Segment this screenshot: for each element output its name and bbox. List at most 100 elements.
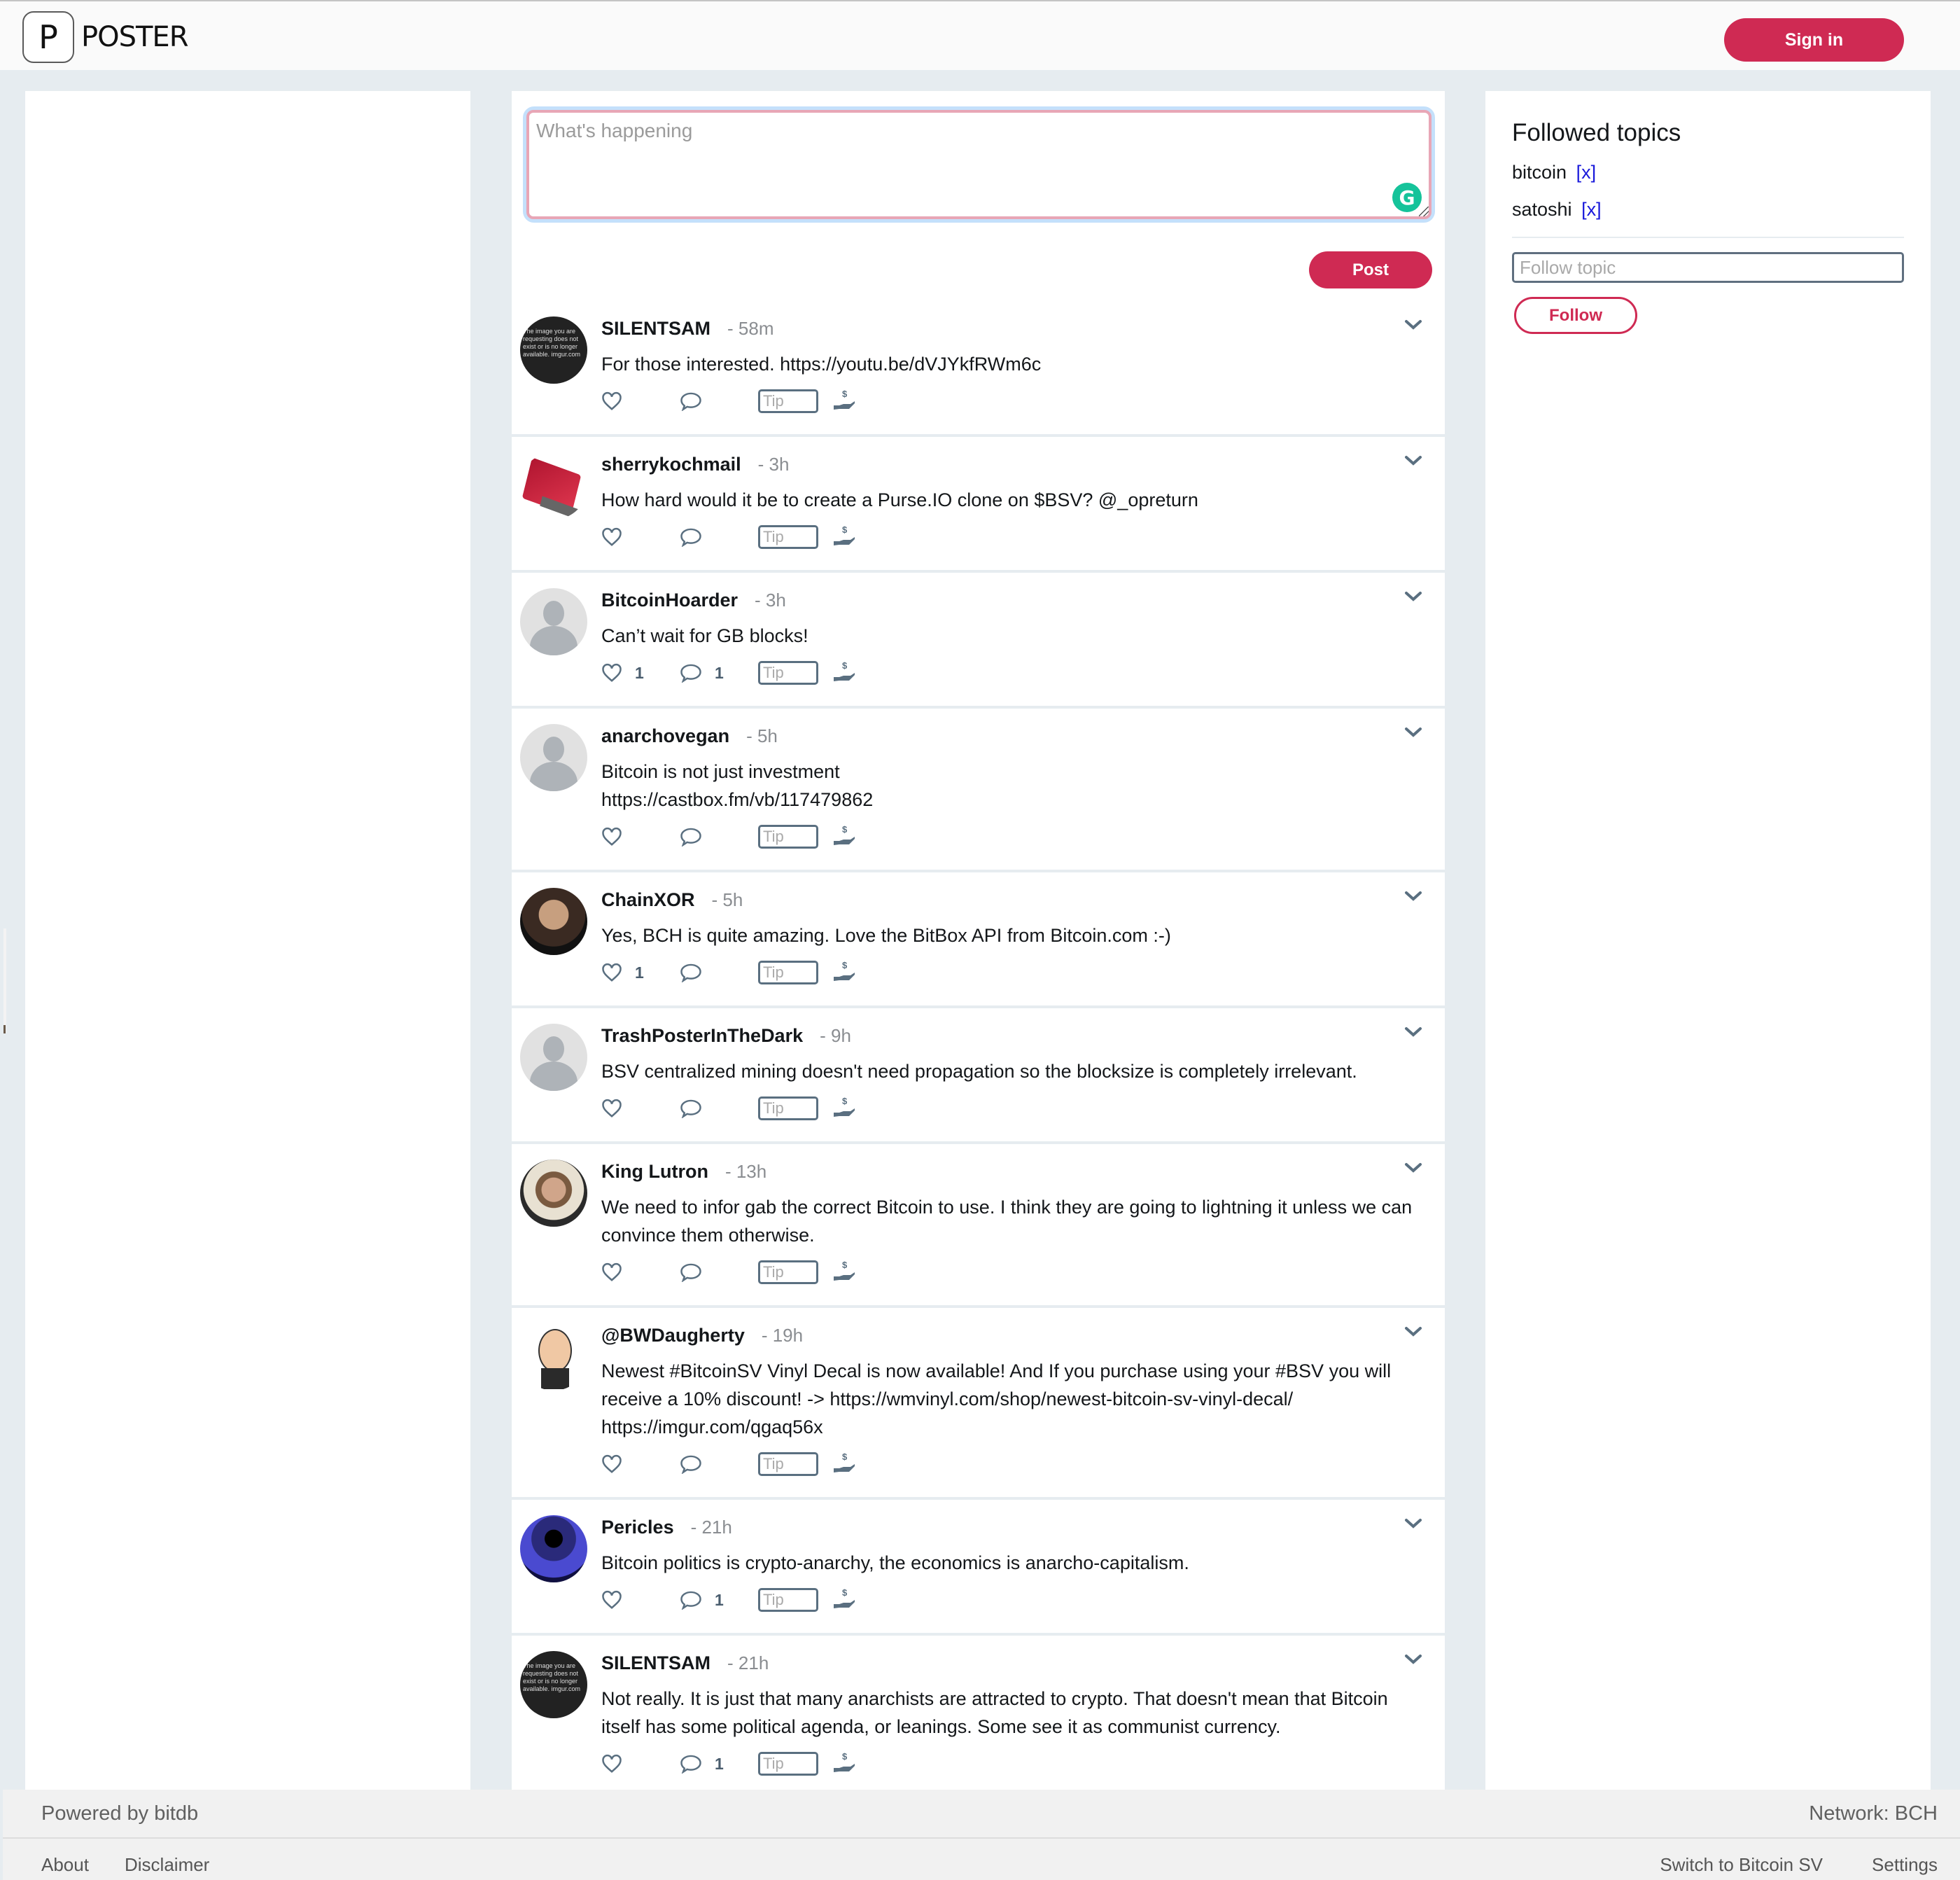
tip-button[interactable]: $ bbox=[832, 660, 856, 685]
post-author[interactable]: @BWDaugherty bbox=[601, 1325, 745, 1346]
tip-input[interactable] bbox=[758, 1452, 818, 1476]
tip-input[interactable] bbox=[758, 825, 818, 849]
avatar[interactable] bbox=[520, 452, 587, 520]
like-button[interactable]: 1 bbox=[601, 963, 680, 982]
tip-input[interactable] bbox=[758, 961, 818, 984]
tip-button[interactable]: $ bbox=[832, 524, 856, 550]
comment-icon bbox=[680, 527, 702, 547]
avatar[interactable] bbox=[520, 1323, 587, 1391]
post-author[interactable]: SILENTSAM bbox=[601, 1652, 710, 1674]
post-actions: 1$ bbox=[601, 1577, 1424, 1633]
comment-button[interactable] bbox=[680, 827, 758, 847]
tip-button[interactable]: $ bbox=[832, 1096, 856, 1121]
post-author[interactable]: SILENTSAM bbox=[601, 318, 710, 340]
tip-button[interactable]: $ bbox=[832, 1751, 856, 1776]
post-author[interactable]: anarchovegan bbox=[601, 725, 729, 747]
post-author[interactable]: ChainXOR bbox=[601, 889, 695, 911]
remove-topic-link[interactable]: [x] bbox=[1581, 199, 1602, 220]
svg-text:$: $ bbox=[842, 1096, 848, 1106]
comment-button[interactable] bbox=[680, 1454, 758, 1474]
tip-button[interactable]: $ bbox=[832, 1260, 856, 1285]
tip-input[interactable] bbox=[758, 1588, 818, 1612]
post-body: SILENTSAM - 58m For those interested. http… bbox=[601, 309, 1424, 434]
chevron-down-icon[interactable] bbox=[1404, 891, 1425, 907]
comment-button[interactable]: 1 bbox=[680, 663, 758, 683]
comment-icon bbox=[680, 1262, 702, 1282]
tip-input[interactable] bbox=[758, 525, 818, 549]
comment-button[interactable] bbox=[680, 1099, 758, 1118]
follow-topic-input[interactable] bbox=[1512, 252, 1904, 283]
comment-button[interactable] bbox=[680, 1262, 758, 1282]
post-item: sherrykochmail - 3h How hard would it be t… bbox=[512, 437, 1445, 573]
comment-button[interactable] bbox=[680, 391, 758, 411]
post-time: - 21h bbox=[690, 1517, 732, 1538]
post-button[interactable]: Post bbox=[1309, 251, 1432, 288]
like-button[interactable] bbox=[601, 391, 680, 411]
like-button[interactable] bbox=[601, 1099, 680, 1118]
sign-in-button[interactable]: Sign in bbox=[1724, 18, 1904, 62]
chevron-down-icon[interactable] bbox=[1404, 455, 1425, 472]
tip-input[interactable] bbox=[758, 1096, 818, 1120]
scrollbar[interactable] bbox=[4, 928, 6, 1033]
post-author[interactable]: Pericles bbox=[601, 1517, 674, 1538]
avatar[interactable] bbox=[520, 888, 587, 955]
tip-button[interactable]: $ bbox=[832, 824, 856, 849]
post-item: The image you are requesting does not ex… bbox=[512, 1636, 1445, 1799]
follow-button[interactable]: Follow bbox=[1514, 297, 1637, 334]
like-count: 1 bbox=[635, 963, 644, 982]
heart-icon bbox=[601, 827, 622, 847]
chevron-down-icon[interactable] bbox=[1404, 1518, 1425, 1535]
avatar[interactable] bbox=[520, 1160, 587, 1227]
avatar[interactable] bbox=[520, 724, 587, 791]
like-button[interactable]: 1 bbox=[601, 663, 680, 683]
tip-button[interactable]: $ bbox=[832, 960, 856, 985]
tip-input[interactable] bbox=[758, 389, 818, 413]
tip-hand-dollar-icon: $ bbox=[832, 1451, 856, 1477]
comment-button[interactable] bbox=[680, 527, 758, 547]
avatar[interactable]: The image you are requesting does not ex… bbox=[520, 1651, 587, 1718]
comment-button[interactable] bbox=[680, 963, 758, 982]
chevron-down-icon[interactable] bbox=[1404, 591, 1425, 608]
like-button[interactable] bbox=[601, 1754, 680, 1774]
chevron-down-icon[interactable] bbox=[1404, 1326, 1425, 1343]
post-author[interactable]: TrashPosterInTheDark bbox=[601, 1025, 803, 1047]
remove-topic-link[interactable]: [x] bbox=[1576, 162, 1597, 183]
like-button[interactable] bbox=[601, 1454, 680, 1474]
switch-network-link[interactable]: Switch to Bitcoin SV bbox=[1660, 1854, 1823, 1876]
chevron-down-icon[interactable] bbox=[1404, 727, 1425, 744]
chevron-down-icon[interactable] bbox=[1404, 319, 1425, 336]
chevron-down-icon[interactable] bbox=[1404, 1654, 1425, 1671]
chevron-down-icon[interactable] bbox=[1404, 1162, 1425, 1179]
logo[interactable]: P POSTER bbox=[22, 11, 188, 63]
comment-button[interactable]: 1 bbox=[680, 1590, 758, 1610]
post-author[interactable]: BitcoinHoarder bbox=[601, 590, 738, 611]
footer-link-settings[interactable]: Settings bbox=[1872, 1854, 1938, 1876]
resize-handle[interactable] bbox=[1419, 207, 1429, 216]
compose-input[interactable] bbox=[526, 110, 1432, 219]
comment-button[interactable]: 1 bbox=[680, 1754, 758, 1774]
svg-text:$: $ bbox=[842, 960, 848, 970]
post-text: Newest #BitcoinSV Vinyl Decal is now ava… bbox=[601, 1360, 1392, 1437]
avatar[interactable] bbox=[520, 1515, 587, 1582]
tip-input[interactable] bbox=[758, 1752, 818, 1776]
avatar[interactable]: The image you are requesting does not ex… bbox=[520, 316, 587, 384]
post-author[interactable]: King Lutron bbox=[601, 1161, 708, 1183]
footer-link-disclaimer[interactable]: Disclaimer bbox=[125, 1854, 209, 1876]
avatar[interactable] bbox=[520, 588, 587, 655]
tip-input[interactable] bbox=[758, 1260, 818, 1284]
footer-link-about[interactable]: About bbox=[41, 1854, 89, 1876]
like-button[interactable] bbox=[601, 827, 680, 847]
tip-button[interactable]: $ bbox=[832, 1451, 856, 1477]
grammarly-icon[interactable]: G bbox=[1392, 183, 1422, 212]
heart-icon bbox=[601, 1454, 622, 1474]
post-author[interactable]: sherrykochmail bbox=[601, 454, 741, 475]
like-button[interactable] bbox=[601, 527, 680, 547]
tip-input[interactable] bbox=[758, 661, 818, 685]
like-button[interactable] bbox=[601, 1262, 680, 1282]
post-actions: $ bbox=[601, 814, 1424, 870]
avatar[interactable] bbox=[520, 1024, 587, 1091]
like-button[interactable] bbox=[601, 1590, 680, 1610]
tip-button[interactable]: $ bbox=[832, 389, 856, 414]
tip-button[interactable]: $ bbox=[832, 1587, 856, 1613]
chevron-down-icon[interactable] bbox=[1404, 1026, 1425, 1043]
